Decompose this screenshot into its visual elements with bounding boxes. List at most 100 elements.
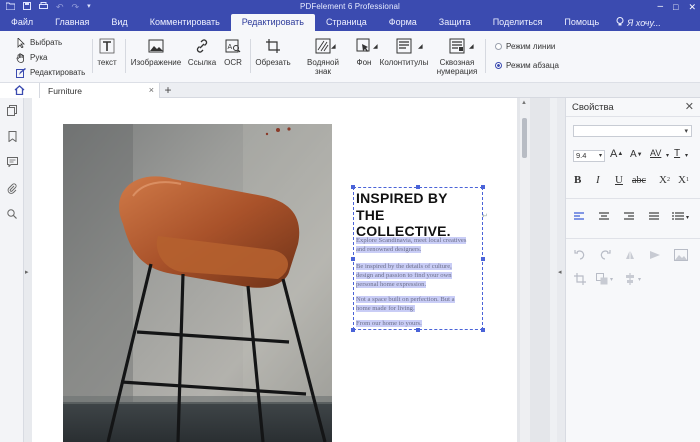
align-left-icon[interactable] — [574, 212, 584, 221]
resize-handle[interactable] — [351, 257, 355, 261]
comments-icon[interactable] — [6, 156, 18, 168]
header-footer-dropdown-icon[interactable]: ◢ — [418, 43, 423, 50]
right-panel-collapse-strip[interactable]: ◂ — [557, 98, 565, 442]
bates-numbering-dropdown-icon[interactable]: ◢ — [469, 43, 474, 50]
close-tab-icon[interactable]: × — [149, 85, 154, 95]
resize-handle[interactable] — [351, 185, 355, 189]
chevron-down-icon[interactable]: ▾ — [686, 214, 689, 221]
hand-icon — [16, 52, 26, 63]
add-link-button[interactable]: Ссылка — [188, 37, 216, 67]
maximize-button[interactable]: □ — [673, 1, 678, 13]
underline-icon[interactable]: U — [615, 174, 623, 186]
new-tab-button[interactable]: + — [162, 83, 174, 98]
watermark-label: Водяной знак — [307, 58, 339, 76]
align-right-icon[interactable] — [624, 212, 634, 221]
scroll-thumb[interactable] — [522, 118, 527, 158]
select-tool[interactable]: Выбрать — [16, 35, 88, 50]
home-tab[interactable] — [0, 83, 40, 98]
thumbnails-icon[interactable] — [6, 104, 18, 116]
heading-line-2: THE COLLECTIVE. — [356, 207, 451, 239]
watermark-button[interactable]: Водяной знак — [298, 37, 348, 76]
chair-illustration — [63, 124, 332, 442]
menu-item-protect[interactable]: Защита — [428, 14, 482, 31]
expand-right-icon[interactable]: ▸ — [25, 268, 29, 276]
paragraph-mode-option[interactable]: Режим абзаца — [495, 61, 559, 70]
text-line: home made for living. — [356, 305, 415, 312]
crop-button[interactable]: Обрезать — [255, 37, 291, 67]
menu-item-edit[interactable]: Редактировать — [230, 14, 315, 31]
superscript-icon[interactable]: X2 — [659, 174, 670, 186]
bookmark-icon[interactable] — [6, 130, 18, 142]
italic-icon[interactable]: I — [596, 174, 600, 186]
menu-item-share[interactable]: Поделиться — [482, 14, 554, 31]
bold-icon[interactable]: B — [574, 174, 581, 186]
line-mode-option[interactable]: Режим линии — [495, 42, 555, 51]
selected-text-frame[interactable]: INSPIRED BY THE COLLECTIVE. ↵ Explore Sc… — [351, 185, 488, 332]
resize-handle[interactable] — [481, 257, 485, 261]
chevron-down-icon[interactable]: ▾ — [666, 152, 669, 159]
edit-pencil-icon — [16, 67, 26, 78]
chevron-down-icon[interactable]: ▾ — [685, 152, 688, 159]
header-footer-button[interactable]: Колонтитулы — [380, 37, 428, 67]
character-spacing-icon[interactable]: AV — [650, 148, 661, 158]
menu-item-help[interactable]: Помощь — [553, 14, 610, 31]
crop-image-icon — [574, 273, 586, 285]
resize-handle[interactable] — [481, 185, 485, 189]
resize-handle[interactable] — [416, 185, 420, 189]
flip-horizontal-icon — [649, 249, 661, 261]
document-canvas: INSPIRED BY THE COLLECTIVE. ↵ Explore Sc… — [32, 98, 550, 442]
body-paragraph-2: Be inspired by the details of culture, d… — [356, 262, 452, 289]
paragraph-mode-label: Режим абзаца — [506, 61, 559, 70]
resize-handle[interactable] — [481, 328, 485, 332]
select-tool-label: Выбрать — [30, 38, 63, 47]
watermark-dropdown-icon[interactable]: ◢ — [331, 43, 336, 50]
increase-font-icon[interactable]: A ▲ — [610, 148, 623, 160]
search-icon[interactable] — [6, 208, 18, 220]
justify-icon[interactable] — [649, 212, 659, 221]
document-tab[interactable]: Furniture × — [40, 83, 160, 98]
edit-tool[interactable]: Редактировать — [16, 65, 88, 80]
vertical-scrollbar[interactable]: ▲ — [520, 98, 530, 442]
add-text-button[interactable]: текст — [96, 37, 118, 67]
align-center-icon[interactable] — [599, 212, 609, 221]
menu-item-view[interactable]: Вид — [100, 14, 138, 31]
background-dropdown-icon[interactable]: ◢ — [373, 43, 378, 50]
add-text-label: текст — [97, 58, 117, 67]
menu-item-page[interactable]: Страница — [315, 14, 378, 31]
menu-item-home[interactable]: Главная — [44, 14, 100, 31]
left-navigation-panel — [0, 98, 24, 442]
list-icon[interactable] — [672, 212, 684, 221]
subscript-icon[interactable]: X1 — [678, 174, 689, 186]
menu-item-form[interactable]: Форма — [378, 14, 428, 31]
text-color-icon[interactable]: T — [674, 148, 680, 159]
minimize-button[interactable]: – — [657, 1, 663, 13]
scroll-up-icon[interactable]: ▲ — [521, 100, 527, 106]
expand-left-icon[interactable]: ◂ — [558, 268, 562, 276]
crop-icon — [264, 37, 282, 55]
ocr-button[interactable]: A OCR — [222, 37, 244, 67]
hand-tool[interactable]: Рука — [16, 50, 88, 65]
properties-title: Свойства — [572, 102, 614, 113]
body-paragraph-3: Not a space built on perfection. But a h… — [356, 295, 455, 313]
ocr-scan-icon: A — [224, 37, 242, 55]
font-family-select[interactable]: ▾ — [573, 125, 692, 137]
background-button[interactable]: Фон — [352, 37, 376, 67]
line-mode-radio[interactable] — [495, 43, 502, 50]
attachment-icon[interactable] — [6, 182, 18, 194]
add-image-button[interactable]: Изображение — [131, 37, 181, 67]
left-panel-collapse-strip[interactable]: ▸ — [24, 98, 32, 442]
font-size-select[interactable]: 9.4 ▾ — [573, 150, 605, 162]
menu-item-comment[interactable]: Комментировать — [139, 14, 231, 31]
resize-handle[interactable] — [351, 328, 355, 332]
tell-me-search[interactable]: Я хочу... — [610, 14, 667, 31]
paragraph-mode-radio[interactable] — [495, 62, 502, 69]
resize-handle[interactable] — [416, 328, 420, 332]
text-line: Explore Scandinavia, meet local creative… — [356, 237, 467, 244]
chevron-down-icon: ▾ — [610, 277, 614, 283]
strikethrough-icon[interactable]: abc — [632, 175, 646, 186]
close-button[interactable]: ✕ — [688, 1, 696, 13]
menu-item-file[interactable]: Файл — [0, 14, 44, 31]
close-properties-button[interactable]: ✕ — [685, 100, 694, 113]
chair-photo[interactable] — [63, 124, 332, 442]
decrease-font-icon[interactable]: A ▼ — [630, 149, 643, 160]
